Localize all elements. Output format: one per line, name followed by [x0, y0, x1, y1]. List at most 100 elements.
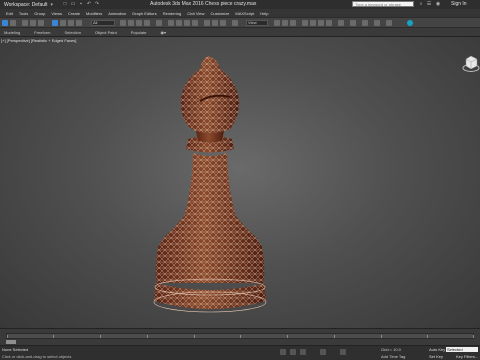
ribbon-options-icon[interactable]: ◉▾ [161, 30, 167, 35]
autodesk-360-icon[interactable] [407, 20, 413, 26]
menu-graph-editors[interactable]: Graph Editors [132, 11, 157, 16]
rectangular-selection-icon[interactable] [68, 20, 74, 26]
rendered-frame-icon[interactable] [318, 20, 324, 26]
align-icon[interactable] [220, 20, 226, 26]
link-icon[interactable] [22, 20, 28, 26]
material-editor-icon[interactable] [302, 20, 308, 26]
timeline [0, 328, 480, 345]
perspective-viewport[interactable]: [+] [Perspective] [Realistic + Edged Fac… [0, 36, 480, 329]
select-and-rotate-icon[interactable] [128, 20, 134, 26]
select-and-scale-icon[interactable] [136, 20, 142, 26]
a360-render-icon[interactable] [350, 20, 356, 26]
menu-tools[interactable]: Tools [19, 11, 28, 16]
menu-civil-view[interactable]: Civil View [187, 11, 204, 16]
window-crossing-icon[interactable] [76, 20, 82, 26]
tab-freeform[interactable]: Freeform [34, 30, 50, 35]
angle-snap-icon[interactable] [176, 20, 182, 26]
main-toolbar: All View [0, 17, 480, 28]
bind-space-warp-icon[interactable] [38, 20, 44, 26]
y-coordinate-field[interactable] [320, 349, 326, 355]
key-filters-button[interactable]: Key Filters... [456, 354, 478, 359]
redo-icon[interactable]: ↷ [94, 1, 100, 7]
tab-populate[interactable]: Populate [131, 30, 147, 35]
x-coordinate-field[interactable] [300, 349, 306, 355]
undo-icon[interactable]: ↶ [86, 1, 92, 7]
subscription-icon[interactable]: ☰ [426, 1, 432, 7]
set-key-button[interactable]: Set Key [429, 354, 443, 359]
spinner-snap-icon[interactable] [192, 20, 198, 26]
layer-manager-icon[interactable] [232, 20, 238, 26]
lock-selection-icon[interactable] [280, 349, 286, 355]
quicksilver-icon[interactable] [374, 20, 380, 26]
mirror-icon[interactable] [212, 20, 218, 26]
undo-tool-icon[interactable] [2, 20, 8, 26]
open-file-icon[interactable]: ▭ [70, 1, 76, 7]
tick-mark [147, 335, 148, 338]
tab-object-paint[interactable]: Object Paint [95, 30, 117, 35]
search-icon[interactable]: ⌕ [418, 1, 424, 7]
auto-key-button[interactable]: Auto Key [429, 347, 445, 352]
menu-views[interactable]: Views [51, 11, 62, 16]
add-time-tag-button[interactable]: Add Time Tag [381, 354, 405, 359]
sign-in-button[interactable]: Sign In [451, 1, 467, 7]
menu-animation[interactable]: Animation [108, 11, 126, 16]
tick-mark [334, 335, 335, 338]
save-icon[interactable]: ▪ [78, 1, 84, 7]
tick-mark [427, 335, 428, 338]
graphite-toggle-icon[interactable] [274, 20, 280, 26]
tick-mark [194, 335, 195, 338]
render-production-icon[interactable] [326, 20, 332, 26]
tab-selection[interactable]: Selection [64, 30, 80, 35]
snaps-toggle-icon[interactable] [168, 20, 174, 26]
key-mode-dropdown[interactable]: Selected [446, 347, 478, 352]
chess-piece-model[interactable] [0, 37, 480, 329]
menu-modifiers[interactable]: Modifiers [86, 11, 102, 16]
prompt-line: Click or click-and-drag to select object… [2, 354, 72, 359]
redo-tool-icon[interactable] [10, 20, 16, 26]
search-input[interactable]: Type a keyword or phrase [352, 1, 414, 7]
tick-mark [473, 335, 474, 338]
use-pivot-center-icon[interactable] [156, 20, 162, 26]
menu-rendering[interactable]: Rendering [163, 11, 181, 16]
select-by-name-icon[interactable] [60, 20, 66, 26]
window-title: Autodesk 3ds Max 2016 Chess piece crazy.… [150, 1, 257, 7]
percent-snap-icon[interactable] [184, 20, 190, 26]
workspace-selector[interactable]: Workspace: Default [4, 2, 48, 8]
user-icon[interactable]: ◉ [435, 1, 441, 7]
ribbon-tabs: Modeling Freeform Selection Object Paint… [0, 28, 480, 36]
title-bar: Workspace: Default ▾ □ ▭ ▪ ↶ ↷ Autodesk … [0, 0, 480, 9]
render-iterative-icon[interactable] [338, 20, 344, 26]
tick-mark [287, 335, 288, 338]
menu-create[interactable]: Create [68, 11, 80, 16]
tab-modeling[interactable]: Modeling [4, 30, 20, 35]
viewport-config-icon[interactable] [386, 20, 392, 26]
new-file-icon[interactable]: □ [62, 1, 68, 7]
tick-mark [7, 335, 8, 338]
environment-icon[interactable] [362, 20, 368, 26]
menu-help[interactable]: Help [260, 11, 268, 16]
select-and-move-icon[interactable] [120, 20, 126, 26]
schematic-view-icon[interactable] [290, 20, 296, 26]
unlink-icon[interactable] [30, 20, 36, 26]
absolute-mode-icon[interactable] [290, 349, 296, 355]
tick-mark [53, 335, 54, 338]
select-object-icon[interactable] [52, 20, 58, 26]
selection-filter-dropdown[interactable]: All [91, 20, 115, 26]
track-bar[interactable] [6, 333, 474, 339]
tick-mark [100, 335, 101, 338]
render-setup-icon[interactable] [310, 20, 316, 26]
status-bar: None Selected Click or click-and-drag to… [0, 345, 480, 360]
select-and-place-icon[interactable] [144, 20, 150, 26]
menu-maxscript[interactable]: MAXScript [235, 11, 254, 16]
time-slider-handle[interactable] [6, 340, 16, 344]
menu-customize[interactable]: Customize [210, 11, 229, 16]
menu-bar: Edit Tools Group Views Create Modifiers … [0, 9, 480, 17]
chevron-down-icon[interactable]: ▾ [51, 2, 54, 8]
reference-coordinate-dropdown[interactable]: View [246, 20, 268, 26]
menu-group[interactable]: Group [34, 11, 45, 16]
z-coordinate-field[interactable] [340, 349, 346, 355]
selection-status: None Selected [2, 347, 29, 352]
named-selection-icon[interactable] [204, 20, 210, 26]
menu-edit[interactable]: Edit [6, 11, 13, 16]
curve-editor-icon[interactable] [282, 20, 288, 26]
